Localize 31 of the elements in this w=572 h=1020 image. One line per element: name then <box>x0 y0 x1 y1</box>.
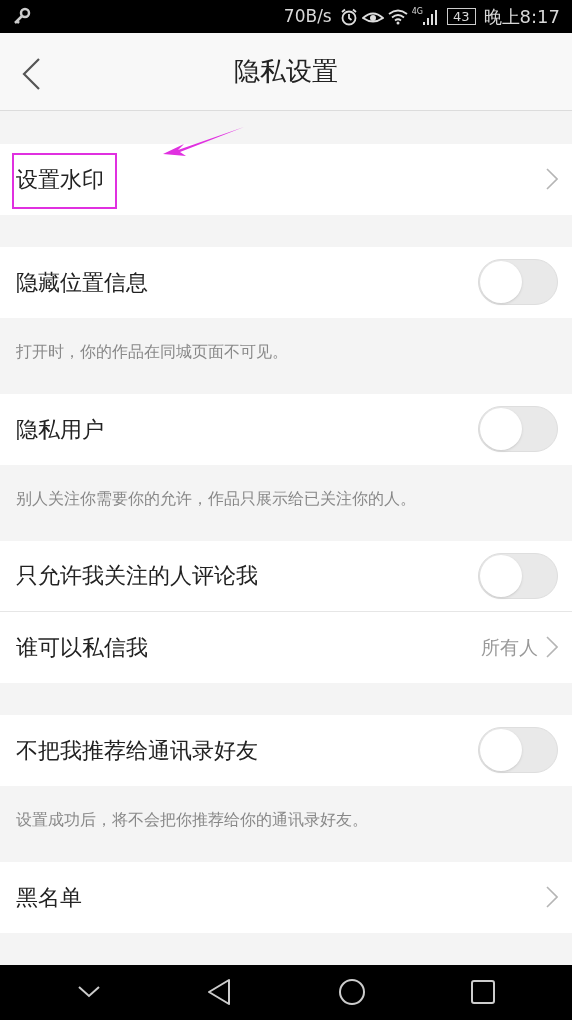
toggle-switch[interactable] <box>478 552 558 599</box>
wifi-icon <box>387 8 408 25</box>
setting-note: 打开时，你的作品在同城页面不可见。 <box>15 340 289 363</box>
setting-label: 隐藏位置信息 <box>16 268 149 297</box>
toggle-switch[interactable] <box>478 727 558 774</box>
back-button[interactable] <box>20 57 42 91</box>
chevron-right-icon <box>546 636 558 659</box>
back-icon[interactable] <box>206 978 233 1007</box>
setting-note: 设置成功后，将不会把你推荐给你的通讯录好友。 <box>15 808 369 831</box>
toggle-switch[interactable] <box>478 259 558 306</box>
chevron-right-icon <box>546 886 558 909</box>
setting-value: 所有人 <box>481 634 538 660</box>
clock: 晚上8:17 <box>483 5 560 29</box>
battery-level: 43 <box>447 8 476 25</box>
chevron-down-icon[interactable] <box>76 985 101 1000</box>
chevron-right-icon <box>546 168 558 191</box>
setting-label: 黑名单 <box>16 883 83 912</box>
setting-label: 谁可以私信我 <box>16 633 149 662</box>
network-speed: 70B/s <box>283 4 332 28</box>
toggle-switch[interactable] <box>478 406 558 453</box>
setting-note: 别人关注你需要你的允许，作品只展示给已关注你的人。 <box>15 487 417 510</box>
setting-label: 设置水印 <box>16 165 105 194</box>
home-icon[interactable] <box>337 978 366 1007</box>
recents-icon[interactable] <box>471 980 496 1005</box>
setting-label: 只允许我关注的人评论我 <box>16 562 259 591</box>
setting-label: 不把我推荐给通讯录好友 <box>16 736 259 765</box>
setting-label: 隐私用户 <box>16 415 105 444</box>
alarm-icon <box>339 7 358 26</box>
network-type: 4G <box>411 6 424 18</box>
signal-icon <box>423 7 440 26</box>
page-title: 隐私设置 <box>234 54 338 88</box>
